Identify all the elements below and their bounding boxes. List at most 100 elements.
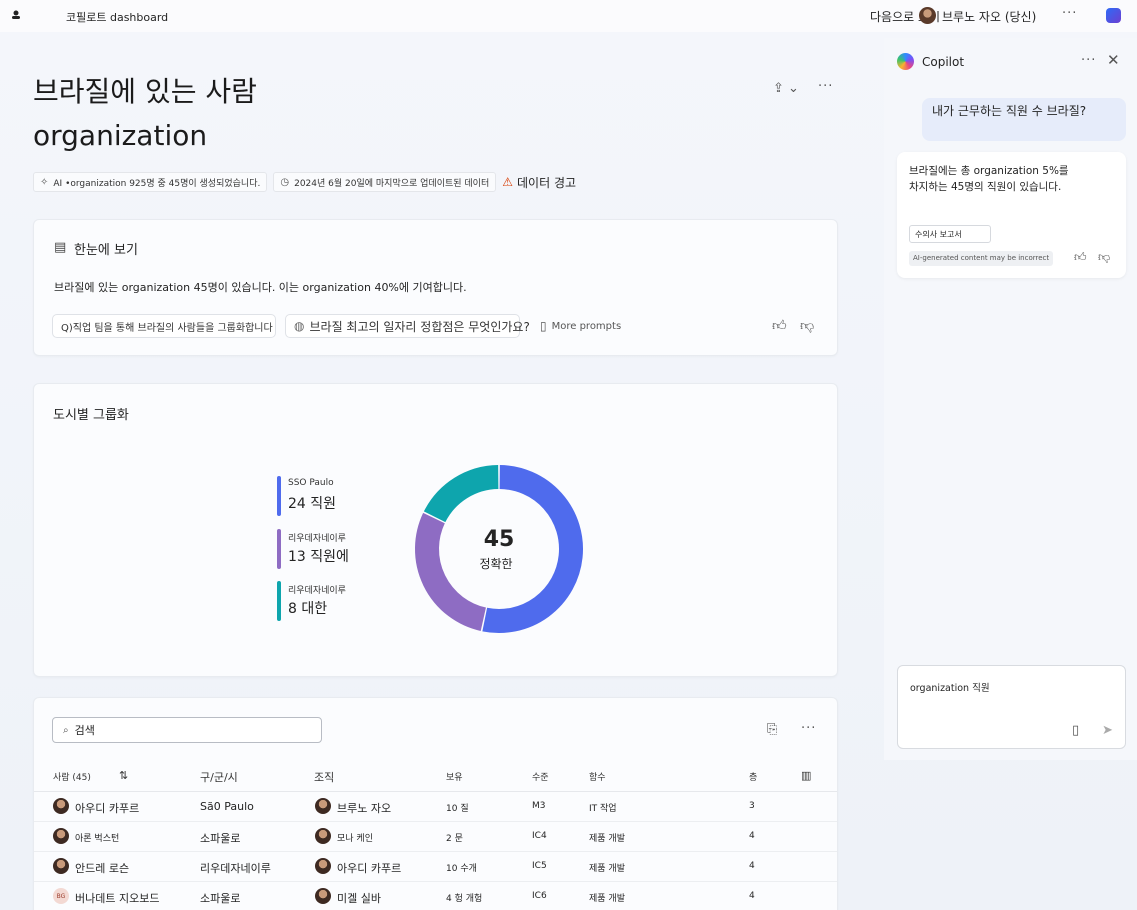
export-icon[interactable]: ⎘	[767, 722, 777, 737]
column-header-person[interactable]: 사람 (45)	[53, 770, 91, 783]
sparkle-icon: ✧	[40, 176, 49, 188]
suggested-prompt-1[interactable]: Q)직업 팀을 통해 브라질의 사람들을 그룹화합니다	[52, 314, 276, 338]
legend-swatch	[277, 476, 281, 516]
copilot-more-icon[interactable]: ···	[1081, 53, 1096, 68]
thumbs-up-icon[interactable]: 👍︎	[1074, 250, 1087, 265]
more-prompts-label: More prompts	[551, 320, 622, 332]
sort-icon[interactable]: ⇅	[119, 769, 128, 782]
book-icon: ▯	[540, 319, 547, 333]
table-row[interactable]: 아론 벅스턴 소파울로 모나 케인 2 문 IC4 제품 개발 4	[34, 822, 837, 852]
table-row[interactable]: BG 버나데트 지오보드 소파울로 미겔 실바 4 헝 개헝 IC6 제품 개발…	[34, 882, 837, 910]
legend-name: 리우데자네이루	[288, 534, 346, 544]
copilot-response: 브라질에는 총 organization 5%를 차지하는 45명의 직원이 있…	[897, 152, 1126, 278]
composer-input[interactable]: organization 직원	[910, 680, 1050, 697]
copilot-response-text: 브라질에는 총 organization 5%를 차지하는 45명의 직원이 있…	[909, 165, 1069, 193]
column-header-floor[interactable]: 층	[749, 770, 757, 783]
ai-disclaimer: AI-generated content may be incorrect	[909, 251, 1054, 266]
cell-function: 제품 개발	[589, 894, 625, 904]
cell-city: Sã0 Paulo	[200, 800, 254, 813]
cell-org: 브루노 자오	[337, 802, 392, 815]
notes-icon: ▤	[54, 240, 67, 255]
data-warning[interactable]: ⚠ 데이터 경고	[502, 174, 576, 191]
share-icon[interactable]: ⇪ ⌄	[773, 81, 799, 96]
close-icon[interactable]: ✕	[1107, 51, 1120, 69]
user-avatar[interactable]	[919, 7, 936, 24]
top-more-icon[interactable]: ···	[1062, 6, 1077, 21]
ai-note-text: AI •organization 925명 중 45명이 생성되었습니다.	[53, 178, 261, 189]
glance-card: ▤ 한눈에 보기 브라질에 있는 organization 45명이 있습니다.…	[33, 219, 838, 356]
copilot-pane: Copilot ··· ✕ 내가 근무하는 직원 수 브라질? 브라질에는 총 …	[884, 38, 1137, 760]
thumbs-down-icon[interactable]: 👎︎	[1098, 250, 1110, 265]
clock-icon: ◷	[280, 176, 290, 188]
header-more-icon[interactable]: ···	[818, 79, 833, 94]
cell-org: 모나 케인	[337, 834, 373, 844]
donut-slice[interactable]	[423, 465, 499, 523]
search-icon: ⌕	[63, 724, 69, 736]
city-group-card: 도시별 그룹화 SSO Paulo 24 직원 리우데자네이루 13 직원에 리…	[33, 383, 838, 677]
table-more-icon[interactable]: ···	[801, 721, 816, 736]
legend-swatch	[277, 529, 281, 569]
cell-floor: 4	[749, 861, 755, 871]
copilot-toggle-icon[interactable]	[1106, 8, 1121, 23]
search-input[interactable]: ⌕ 검색	[52, 717, 322, 743]
cell-level: M3	[532, 801, 546, 811]
table-row[interactable]: 아우디 카푸르 Sã0 Paulo 브루노 자오 10 질 M3 IT 작업 3	[34, 792, 837, 822]
donut-total: 45	[483, 527, 515, 552]
cell-city: 소파울로	[200, 892, 241, 905]
more-prompts-button[interactable]: ▯ More prompts	[540, 319, 621, 333]
updated-text: 2024년 6월 20일에 마지막으로 업데이트된 데이터	[294, 178, 490, 189]
warning-icon: ⚠	[502, 175, 514, 189]
donut-total-label: 정확한	[479, 557, 513, 571]
legend-swatch	[277, 581, 281, 621]
cell-floor: 3	[749, 801, 755, 811]
prompt-library-icon[interactable]: ▯	[1072, 723, 1079, 738]
glance-title: 한눈에 보기	[74, 243, 138, 258]
column-options-icon[interactable]: ▥	[801, 769, 811, 782]
ai-generated-chip: ✧ AI •organization 925명 중 45명이 생성되었습니다.	[33, 172, 268, 192]
cell-tenure: 4 헝 개헝	[446, 894, 483, 904]
cell-city: 리우데자네이루	[200, 862, 271, 875]
cell-tenure: 2 문	[446, 834, 463, 844]
user-message: 내가 근무하는 직원 수 브라질?	[922, 98, 1126, 141]
cell-floor: 4	[749, 831, 755, 841]
column-header-tenure[interactable]: 보유	[446, 770, 463, 783]
cell-tenure: 10 수개	[446, 864, 477, 874]
thumbs-down-icon[interactable]: 👎︎	[800, 317, 814, 334]
column-header-level[interactable]: 수준	[532, 770, 549, 783]
updated-chip: ◷ 2024년 6월 20일에 마지막으로 업데이트된 데이터	[273, 172, 497, 192]
thumbs-up-icon[interactable]: 👍︎	[772, 317, 787, 334]
avatar	[53, 858, 69, 874]
avatar	[53, 828, 69, 844]
people-table-card: ⌕ 검색 ⎘ ··· 사람 (45) ⇅ 구/군/시 조직 보유 수준 함수 층…	[33, 697, 838, 910]
table-row[interactable]: 안드레 로슨 리우데자네이루 아우디 카푸르 10 수개 IC5 제품 개발 4	[34, 852, 837, 882]
user-name[interactable]: 브루노 자오 (당신)	[942, 8, 1036, 25]
send-icon[interactable]: ➤	[1102, 723, 1113, 738]
cell-level: IC6	[532, 891, 547, 901]
search-placeholder: 검색	[74, 724, 95, 737]
column-header-city[interactable]: 구/군/시	[200, 769, 238, 785]
cell-function: 제품 개발	[589, 834, 625, 844]
cell-name: 안드레 로슨	[75, 862, 130, 875]
meta-row: ✧ AI •organization 925명 중 45명이 생성되었습니다. …	[33, 172, 576, 192]
reference-chip[interactable]: 수의사 보고서	[909, 225, 991, 243]
cell-function: 제품 개발	[589, 864, 625, 874]
cell-org: 아우디 카푸르	[337, 862, 402, 875]
column-header-org[interactable]: 조직	[314, 769, 334, 785]
suggested-prompt-2-label: 브라질 최고의 일자리 정합점은 무엇인가요?	[309, 319, 530, 334]
cell-tenure: 10 질	[446, 804, 469, 814]
copilot-composer[interactable]: organization 직원 ▯ ➤	[897, 665, 1126, 749]
copilot-prompt-icon: ◍	[294, 319, 305, 333]
avatar	[315, 798, 331, 814]
top-bar: 코필로트 dashboard 다음으로 보기 브루노 자오 (당신) ···	[0, 0, 1137, 32]
cell-level: IC5	[532, 861, 547, 871]
legend-name: SSO Paulo	[288, 478, 334, 488]
legend-value: 13 직원에	[288, 549, 349, 565]
city-group-title: 도시별 그룹화	[53, 408, 129, 423]
data-warning-label: 데이터 경고	[517, 175, 577, 190]
copilot-title: Copilot	[922, 55, 965, 69]
cell-floor: 4	[749, 891, 755, 901]
suggested-prompt-2[interactable]: ◍ 브라질 최고의 일자리 정합점은 무엇인가요?	[285, 314, 530, 338]
column-header-function[interactable]: 함수	[589, 770, 606, 783]
app-icon	[12, 10, 20, 19]
legend-name: 리우데자네이루	[288, 586, 346, 596]
